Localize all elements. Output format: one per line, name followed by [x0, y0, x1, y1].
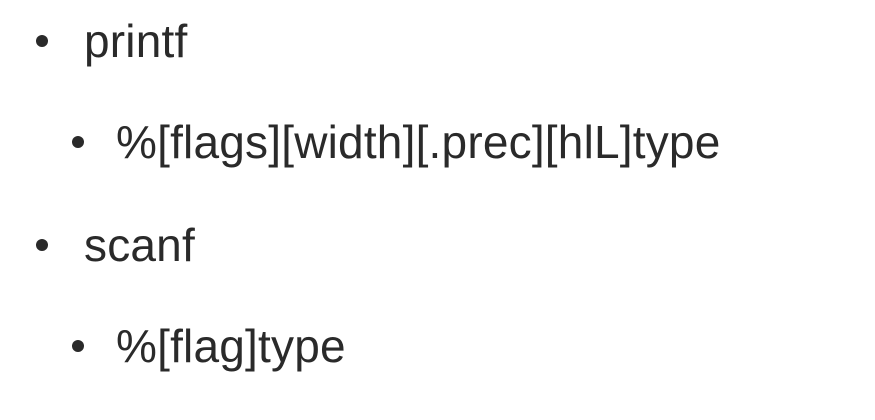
- bullet-text: %[flag]type: [116, 320, 346, 372]
- bullet-text: %[flags][width][.prec][hlL]type: [116, 116, 721, 168]
- bullet-dot-icon: [72, 340, 84, 352]
- bullet-item-scanf-format: %[flag]type: [72, 323, 346, 369]
- bullet-dot-icon: [36, 239, 48, 251]
- bullet-text: scanf: [84, 219, 195, 271]
- bullet-item-printf: printf: [36, 18, 187, 64]
- bullet-dot-icon: [72, 136, 84, 148]
- bullet-item-printf-format: %[flags][width][.prec][hlL]type: [72, 119, 721, 165]
- bullet-dot-icon: [36, 35, 48, 47]
- slide: printf %[flags][width][.prec][hlL]type s…: [0, 0, 875, 420]
- bullet-item-scanf: scanf: [36, 222, 195, 268]
- bullet-text: printf: [84, 15, 188, 67]
